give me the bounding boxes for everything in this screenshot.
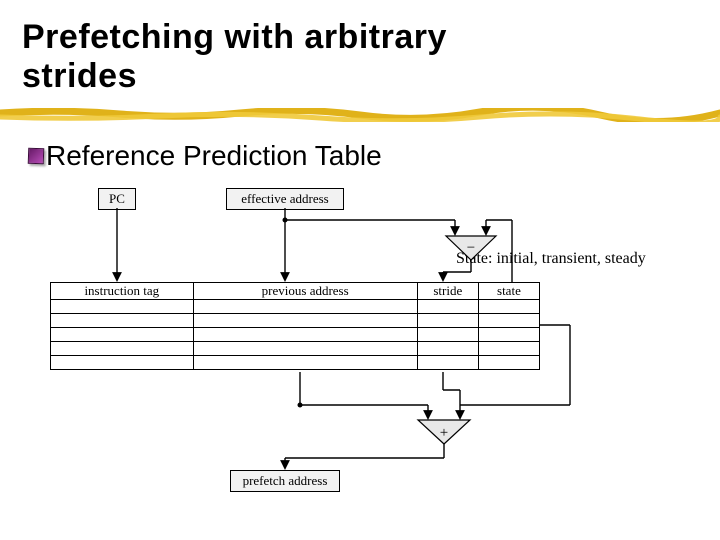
- bullet-icon: [28, 148, 45, 165]
- minus-op-label: −: [467, 240, 475, 256]
- slide-title: Prefetching with arbitrary strides: [0, 0, 720, 96]
- title-line-1: Prefetching with arbitrary: [22, 18, 447, 56]
- bullet-row: Reference Prediction Table: [28, 140, 382, 172]
- diagram-connectors: − +: [50, 180, 670, 500]
- bullet-text: Reference Prediction Table: [46, 140, 382, 172]
- rpt-diagram: PC effective address State: initial, tra…: [50, 180, 670, 500]
- plus-op-label: +: [440, 425, 448, 441]
- title-line-2: strides: [22, 57, 137, 95]
- title-underline: [0, 108, 720, 118]
